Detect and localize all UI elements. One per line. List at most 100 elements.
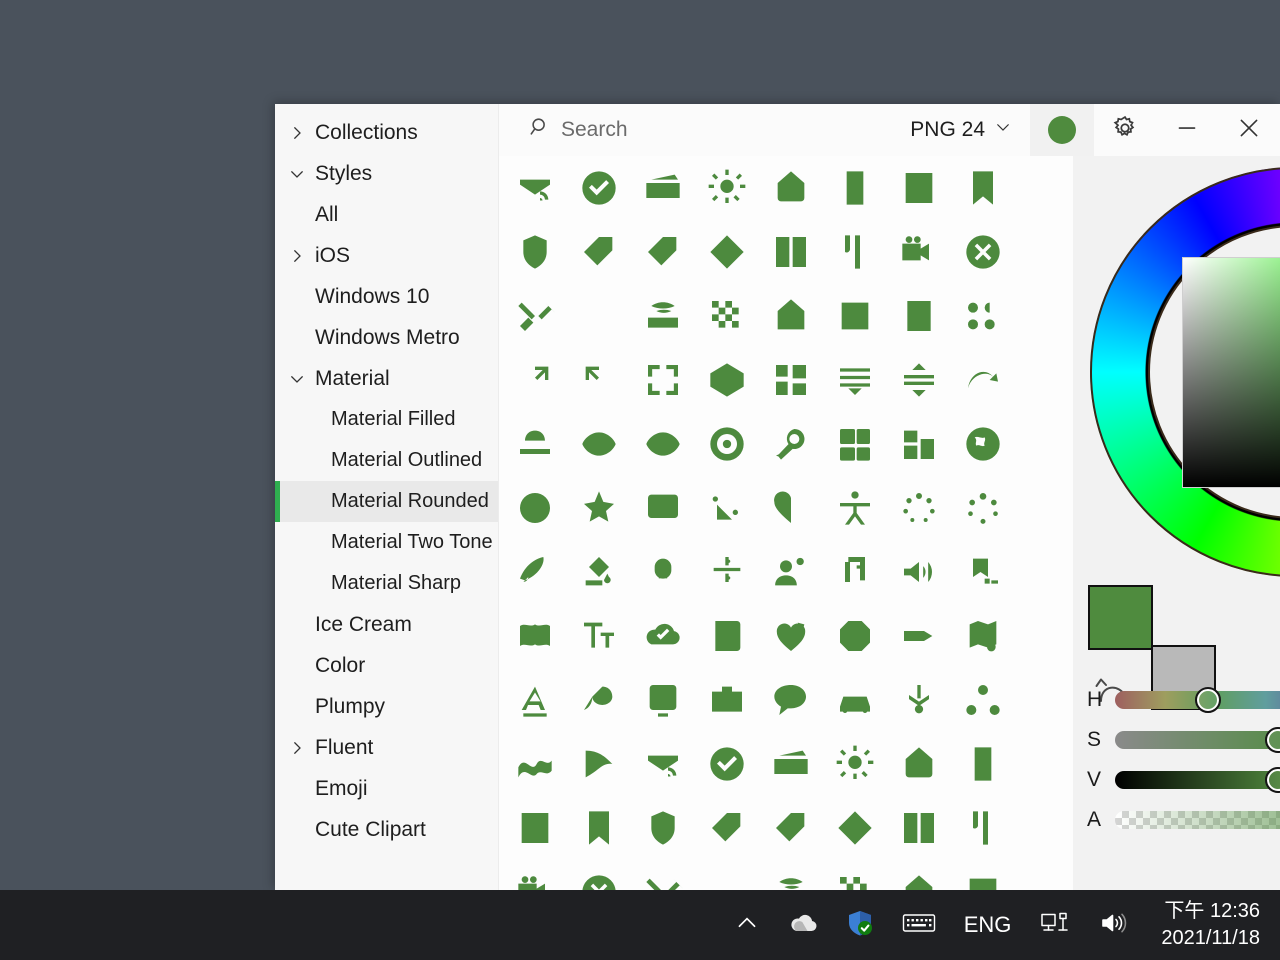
volume-tray-button[interactable] [1085, 890, 1143, 960]
sidebar-item-ios[interactable]: iOS [275, 235, 498, 276]
arrow-up-left-icon[interactable] [823, 348, 887, 412]
bluray-drive-icon[interactable] [759, 284, 823, 348]
node-icon[interactable] [823, 860, 887, 890]
movie-camera-icon[interactable] [503, 284, 567, 348]
hanger-icon[interactable] [823, 668, 887, 732]
book-icon[interactable] [823, 732, 887, 796]
drop-icon[interactable] [951, 796, 1015, 860]
note-icon[interactable] [823, 604, 887, 668]
arrow-down-right-icon[interactable] [695, 284, 759, 348]
underline-a-icon[interactable] [759, 796, 823, 860]
branch-icon[interactable] [759, 860, 823, 890]
box-icon[interactable] [951, 732, 1015, 796]
search-input[interactable] [561, 118, 801, 142]
spinner-icon[interactable] [887, 540, 951, 604]
comet-icon[interactable] [503, 668, 567, 732]
color-wheel[interactable] [1083, 156, 1280, 588]
new-color-swatch[interactable] [1088, 585, 1153, 650]
star-burst-icon[interactable] [823, 476, 887, 540]
volume-up-icon[interactable] [503, 732, 567, 796]
chevron-right-icon[interactable] [287, 123, 307, 143]
deer-diamond-icon[interactable] [695, 220, 759, 284]
bracket-icon[interactable] [887, 668, 951, 732]
aperture-icon[interactable] [951, 412, 1015, 476]
align-expand-icon[interactable] [631, 412, 695, 476]
warning-octagon-icon[interactable] [567, 796, 631, 860]
eye-icon[interactable] [823, 412, 887, 476]
tools-icon[interactable] [631, 284, 695, 348]
sparkle-icon[interactable] [951, 476, 1015, 540]
format-dropdown[interactable]: PNG 24 [892, 104, 1030, 156]
arrow-up-right-icon[interactable] [759, 348, 823, 412]
ruble-sign-icon[interactable] [759, 604, 823, 668]
lasso-icon[interactable] [503, 476, 567, 540]
checkerboard-icon[interactable] [823, 284, 887, 348]
slider-a[interactable] [1115, 811, 1280, 829]
sun-icon[interactable] [695, 156, 759, 220]
tv-icon[interactable] [503, 540, 567, 604]
flare-icon[interactable] [887, 476, 951, 540]
tag-icon[interactable] [631, 796, 695, 860]
check-circle-icon[interactable] [567, 156, 631, 220]
touch-keyboard-button[interactable] [888, 890, 950, 960]
chevron-right-icon[interactable] [287, 738, 307, 758]
minimize-button[interactable] [1156, 104, 1218, 156]
restaurant-parking-icon[interactable] [759, 220, 823, 284]
four-squares-icon[interactable] [503, 412, 567, 476]
slider-s[interactable] [1115, 727, 1280, 753]
x-circle-icon[interactable] [567, 284, 631, 348]
heart-half-icon[interactable] [631, 540, 695, 604]
cloud-check-icon[interactable] [759, 732, 823, 796]
car-icon[interactable] [695, 860, 759, 890]
dots-circle-icon[interactable] [823, 540, 887, 604]
chevron-down-icon[interactable] [287, 369, 307, 389]
sidebar-item-material-outlined[interactable]: Material Outlined [275, 440, 498, 481]
sidebar-item-emoji[interactable]: Emoji [275, 768, 498, 809]
sidebar-item-material-filled[interactable]: Material Filled [275, 399, 498, 440]
windows-security-tray-button[interactable] [832, 890, 888, 960]
heart-hand-icon[interactable] [503, 796, 567, 860]
show-hidden-icons-button[interactable] [720, 890, 774, 960]
wave-icon[interactable] [887, 860, 951, 890]
slider-v[interactable] [1115, 767, 1280, 793]
sidebar-item-material[interactable]: Material [275, 358, 498, 399]
flag-icon[interactable] [951, 604, 1015, 668]
grid-dots-icon[interactable] [887, 284, 951, 348]
slider-h[interactable] [1115, 687, 1280, 713]
map-minus-10-icon[interactable] [567, 732, 631, 796]
money-radio-icon[interactable] [631, 156, 695, 220]
sidebar-item-windows-metro[interactable]: Windows Metro [275, 317, 498, 358]
slider-knob-h[interactable] [1195, 687, 1222, 713]
apple-screen-icon[interactable] [567, 348, 631, 412]
speech-icon[interactable] [631, 860, 695, 890]
align-collapse-icon[interactable] [567, 412, 631, 476]
ruler-icon[interactable] [823, 156, 887, 220]
briefcase-icon[interactable] [567, 860, 631, 890]
person-balance-icon[interactable] [695, 540, 759, 604]
house-plant-icon[interactable] [503, 348, 567, 412]
sidebar-item-material-rounded[interactable]: Material Rounded [275, 481, 498, 522]
sidebar-item-styles[interactable]: Styles [275, 153, 498, 194]
chevron-down-icon[interactable] [287, 164, 307, 184]
loading-dots-icon[interactable] [759, 540, 823, 604]
door-icon[interactable] [631, 348, 695, 412]
bookmark-icon[interactable] [951, 156, 1015, 220]
sidebar-item-material-sharp[interactable]: Material Sharp [275, 563, 498, 604]
sidebar-item-color[interactable]: Color [275, 645, 498, 686]
bug-icon[interactable] [631, 668, 695, 732]
grid-rounded-icon[interactable] [567, 476, 631, 540]
dots-ring-1-icon[interactable] [503, 604, 567, 668]
divide-icon[interactable] [695, 668, 759, 732]
radial-dots-icon[interactable] [951, 540, 1015, 604]
tag-n-icon[interactable] [759, 156, 823, 220]
clock[interactable]: 下午 12:36 2021/11/18 [1143, 890, 1266, 960]
pin-icon[interactable] [951, 668, 1015, 732]
close-button[interactable] [1218, 104, 1280, 156]
search-box[interactable] [499, 104, 892, 156]
font-size-icon[interactable] [695, 732, 759, 796]
sidebar-item-all[interactable]: All [275, 194, 498, 235]
scatter-arrow-icon[interactable] [567, 540, 631, 604]
shield-s-icon[interactable] [503, 220, 567, 284]
dots-ring-2-icon[interactable] [567, 604, 631, 668]
page-icon[interactable] [887, 732, 951, 796]
